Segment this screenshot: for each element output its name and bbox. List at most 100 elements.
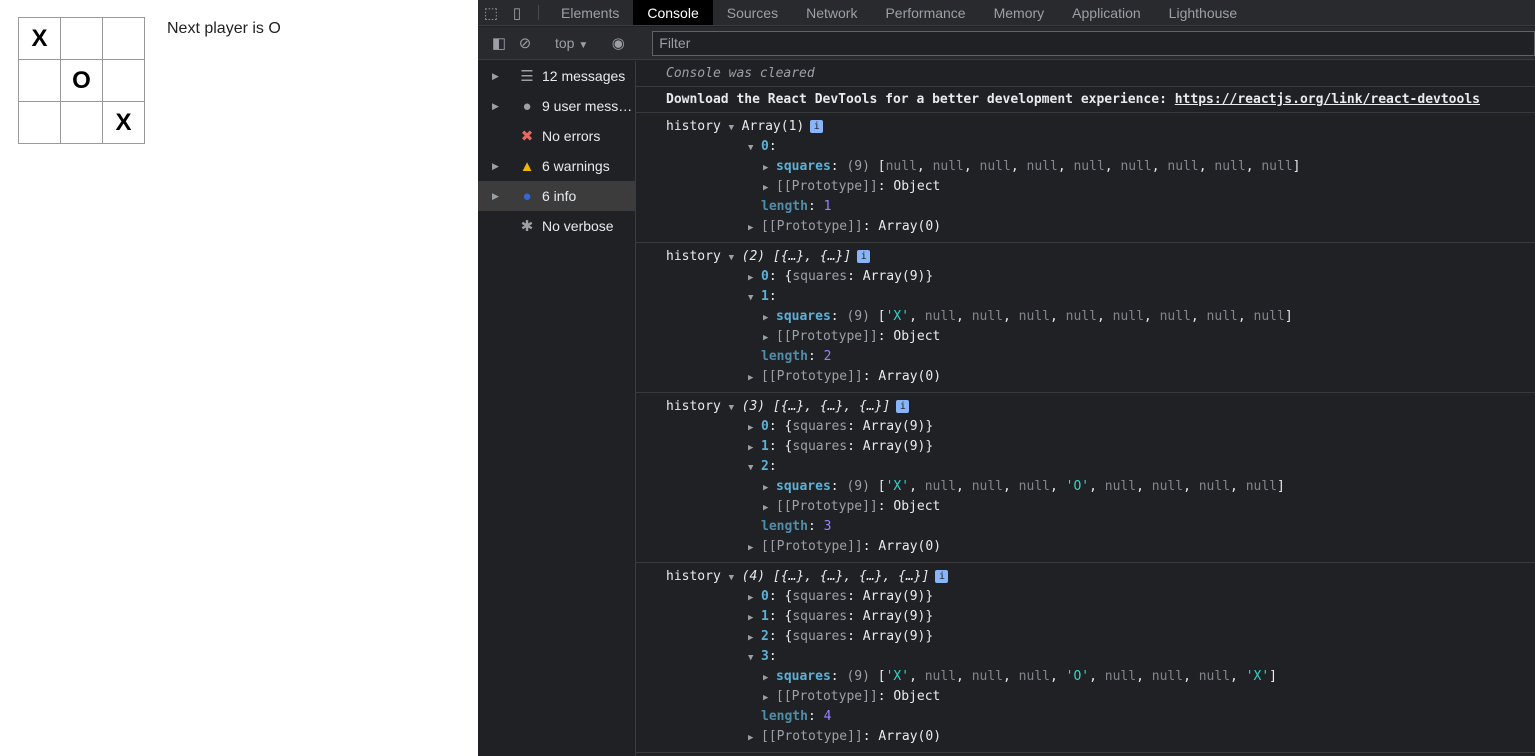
expand-arrow-icon[interactable]: ▶	[763, 308, 776, 328]
tab-network[interactable]: Network	[792, 0, 871, 25]
device-toolbar-icon[interactable]: ▯	[504, 0, 530, 25]
tab-lighthouse[interactable]: Lighthouse	[1155, 0, 1252, 25]
collapse-arrow-icon[interactable]: ▼	[729, 248, 742, 268]
value-token: null	[924, 309, 957, 324]
object-property: ▶ 1: {squares: Array(9)}	[666, 437, 1535, 457]
collapse-arrow-icon[interactable]: ▼	[729, 568, 742, 588]
value-token: :	[807, 519, 824, 534]
value-token: null	[1104, 479, 1137, 494]
value-token: 3	[823, 519, 832, 534]
clear-console-icon[interactable]: ⊘	[512, 34, 538, 52]
expand-arrow-icon[interactable]: ▶	[763, 328, 776, 348]
expand-arrow-icon[interactable]: ▶	[748, 368, 761, 388]
value-token: : Array(0)	[862, 219, 942, 234]
react-devtools-link[interactable]: https://reactjs.org/link/react-devtools	[1175, 92, 1480, 107]
value-token: ,	[1230, 669, 1246, 684]
context-selector[interactable]: top ▼	[555, 35, 588, 51]
value-token: squares	[776, 159, 831, 174]
value-token: [	[877, 309, 886, 324]
expand-arrow-icon: ▶	[492, 100, 499, 111]
square-0[interactable]: X	[19, 18, 61, 60]
info-badge-icon[interactable]: i	[935, 570, 949, 583]
expand-arrow-icon[interactable]: ▶	[763, 498, 776, 518]
expand-arrow-icon[interactable]: ▶	[748, 608, 761, 628]
value-token: squares	[776, 669, 831, 684]
tab-performance[interactable]: Performance	[871, 0, 979, 25]
tab-application[interactable]: Application	[1058, 0, 1155, 25]
list-icon: ☰	[520, 68, 534, 85]
expand-arrow-icon[interactable]: ▶	[748, 218, 761, 238]
value-token: null	[924, 479, 957, 494]
sidebar-item-bug[interactable]: ✱ No verbose	[478, 211, 635, 241]
inspect-element-icon[interactable]: ⬚	[478, 0, 504, 25]
sidebar-item-label: 9 user mess…	[542, 98, 633, 114]
value-token: null	[1151, 669, 1184, 684]
collapse-arrow-icon[interactable]: ▼	[729, 398, 742, 418]
expand-arrow-icon[interactable]: ▶	[748, 728, 761, 748]
warning-icon: ▲	[519, 157, 535, 175]
square-3[interactable]	[19, 60, 61, 102]
object-property: ▶ [[Prototype]]: Array(0)	[666, 537, 1535, 557]
expand-arrow-icon[interactable]: ▶	[748, 628, 761, 648]
collapse-arrow-icon[interactable]: ▼	[748, 138, 761, 158]
tab-memory[interactable]: Memory	[980, 0, 1059, 25]
sidebar-item-list[interactable]: ▶ ☰ 12 messages	[478, 61, 635, 91]
collapse-arrow-icon[interactable]: ▼	[729, 118, 742, 138]
object-property: ▶ squares: (9) ['X', null, null, null, 'O…	[666, 477, 1535, 497]
object-property: ▶ 1: {squares: Array(9)}	[666, 607, 1535, 627]
info-badge-icon[interactable]: i	[810, 120, 824, 133]
sidebar-item-user[interactable]: ▶ ● 9 user mess…	[478, 91, 635, 121]
value-token: ,	[909, 479, 925, 494]
value-token: ,	[1198, 159, 1215, 174]
collapse-arrow-icon[interactable]: ▼	[748, 288, 761, 308]
filter-input[interactable]	[652, 30, 1535, 56]
sidebar-item-warning[interactable]: ▶ ▲ 6 warnings	[478, 151, 635, 181]
expand-arrow-icon[interactable]: ▶	[748, 418, 761, 438]
info-badge-icon[interactable]: i	[857, 250, 871, 263]
expand-arrow-icon[interactable]: ▶	[763, 478, 776, 498]
value-token: null	[924, 669, 957, 684]
value-token: null	[1167, 159, 1199, 174]
expand-arrow-icon[interactable]: ▶	[763, 178, 776, 198]
value-token: : Array(0)	[862, 729, 942, 744]
object-property: ▶ [[Prototype]]: Object	[666, 327, 1535, 347]
collapse-arrow-icon[interactable]: ▼	[748, 458, 761, 478]
square-2[interactable]	[103, 18, 145, 60]
expand-arrow-icon[interactable]: ▶	[763, 158, 776, 178]
expand-arrow-icon[interactable]: ▶	[748, 538, 761, 558]
eye-icon[interactable]: ◉	[605, 34, 631, 52]
square-1[interactable]	[61, 18, 103, 60]
square-5[interactable]	[103, 60, 145, 102]
value-token: 'O'	[1065, 479, 1090, 494]
value-token: null	[979, 159, 1011, 174]
value-token: [[Prototype]]	[761, 219, 863, 234]
expand-arrow-icon[interactable]: ▶	[748, 588, 761, 608]
game-board: XOX	[18, 17, 145, 144]
value-token: [[Prototype]]	[776, 499, 878, 514]
value-token: ,	[1096, 309, 1113, 324]
square-6[interactable]	[19, 102, 61, 144]
collapse-arrow-icon[interactable]: ▼	[748, 648, 761, 668]
tab-elements[interactable]: Elements	[547, 0, 633, 25]
value-token: null	[971, 309, 1004, 324]
square-4[interactable]: O	[61, 60, 103, 102]
square-8[interactable]: X	[103, 102, 145, 144]
expand-arrow-icon[interactable]: ▶	[763, 688, 776, 708]
value-token: : Array(9)}	[847, 589, 934, 604]
value-token: ,	[1003, 309, 1019, 324]
devtools-tab-bar: ⬚ ▯ Elements Console Sources Network Perform…	[478, 0, 1535, 26]
value-token: null	[1026, 159, 1058, 174]
expand-arrow-icon[interactable]: ▶	[748, 268, 761, 288]
info-badge-icon[interactable]: i	[896, 400, 910, 413]
user-icon: ●	[522, 97, 532, 115]
square-7[interactable]	[61, 102, 103, 144]
devtools-panel: ⬚ ▯ Elements Console Sources Network Perform…	[478, 0, 1535, 756]
sidebar-toggle-icon[interactable]: ◧	[486, 34, 512, 52]
tab-sources[interactable]: Sources	[713, 0, 792, 25]
sidebar-item-error[interactable]: ✖ No errors	[478, 121, 635, 151]
tab-console[interactable]: Console	[633, 0, 713, 25]
expand-arrow-icon[interactable]: ▶	[748, 438, 761, 458]
value-token: null	[932, 159, 964, 174]
sidebar-item-info[interactable]: ▶ ● 6 info	[478, 181, 635, 211]
expand-arrow-icon[interactable]: ▶	[763, 668, 776, 688]
